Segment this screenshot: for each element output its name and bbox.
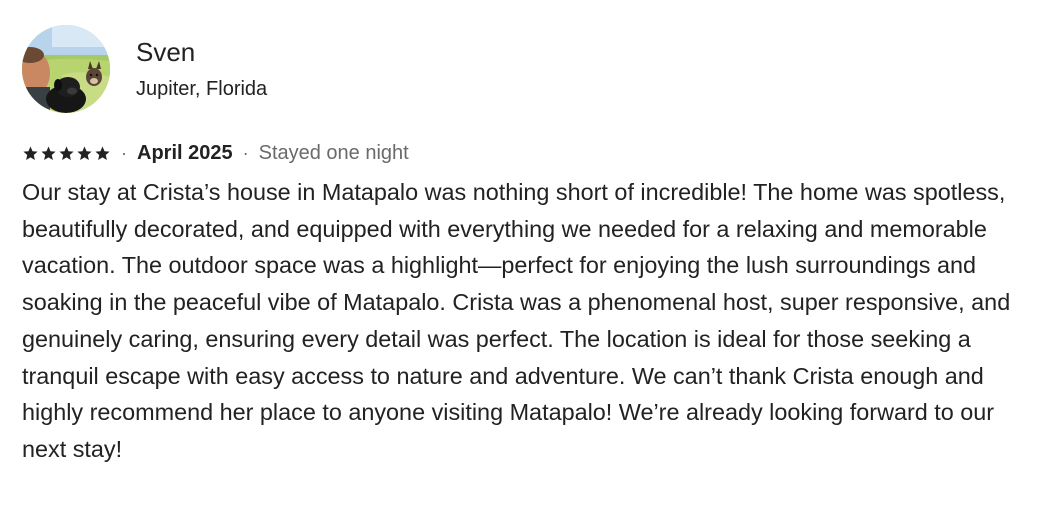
reviewer-info: Sven Jupiter, Florida (136, 36, 267, 102)
reviewer-location: Jupiter, Florida (136, 78, 268, 100)
star-icon (41, 146, 56, 160)
review-card: Sven Jupiter, Florida · April 2025 · Sta… (22, 24, 1022, 468)
star-icon (59, 146, 74, 160)
star-rating (22, 145, 111, 162)
star-icon (23, 146, 38, 160)
reviewer-name[interactable]: Sven (136, 36, 267, 68)
review-date: April 2025 (137, 142, 233, 164)
reviewer-avatar[interactable] (22, 25, 110, 113)
star-icon (95, 146, 110, 160)
meta-separator: · (242, 143, 249, 163)
reviewer-header: Sven Jupiter, Florida (22, 24, 1022, 114)
stay-length: Stayed one night (258, 142, 409, 164)
meta-separator: · (121, 143, 127, 163)
review-meta: · April 2025 · Stayed one night (22, 140, 1022, 166)
review-text: Our stay at Crista’s house in Matapalo w… (22, 179, 1011, 462)
avatar-photo-icon (22, 25, 110, 113)
star-icon (77, 146, 92, 160)
